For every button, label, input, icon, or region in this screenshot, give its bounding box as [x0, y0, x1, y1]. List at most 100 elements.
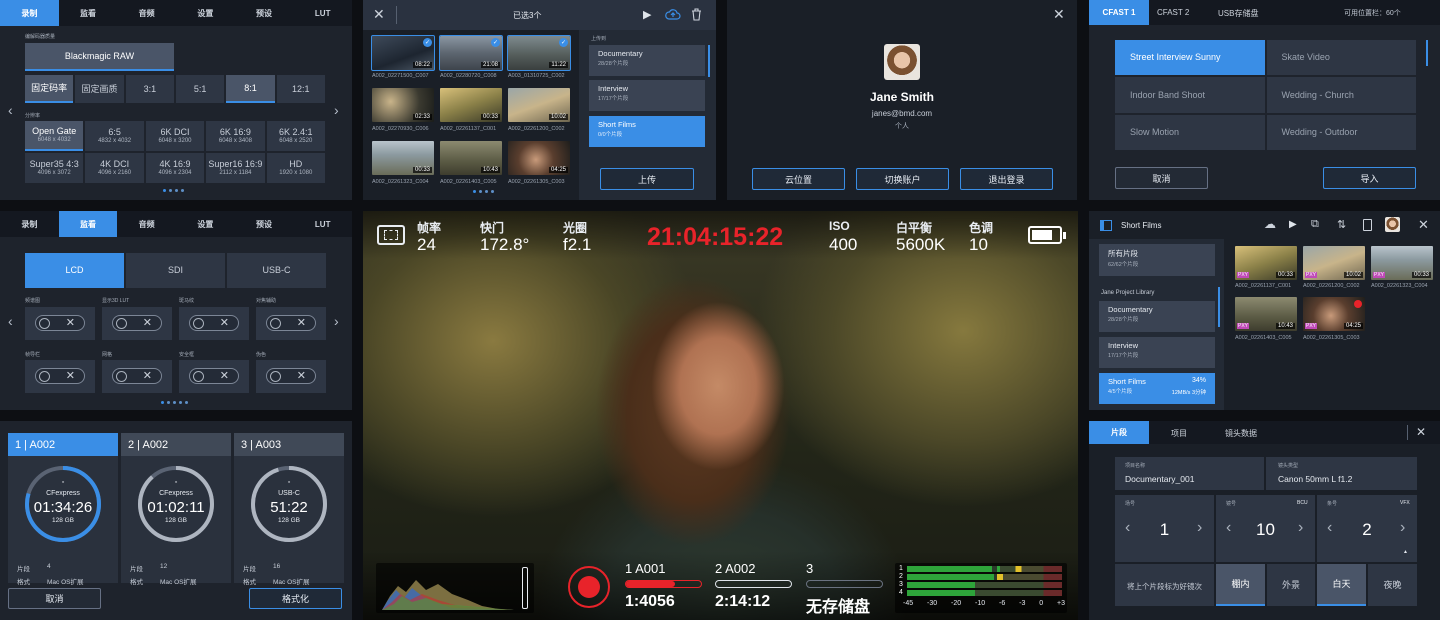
frame-guide-icon[interactable] — [377, 225, 405, 245]
day-button[interactable]: 白天 — [1317, 564, 1366, 606]
resolution-option[interactable]: 4K DCI 4096 x 2160 — [85, 153, 144, 183]
fps-value[interactable]: 24 — [417, 235, 436, 255]
tab-record[interactable]: 录制 — [0, 211, 59, 237]
resolution-option[interactable]: HD 1920 x 1080 — [266, 153, 325, 183]
all-clips-item[interactable]: 所有片段 62/62个片段 — [1099, 244, 1215, 276]
upload-button[interactable]: 上传 — [600, 168, 694, 190]
tab-lens-data[interactable]: 镜头数据 — [1225, 428, 1257, 439]
iso-value[interactable]: 400 — [829, 235, 857, 255]
destination-item[interactable]: Documentary 28/28个片段 — [589, 45, 705, 76]
shutter-value[interactable]: 172.8° — [480, 235, 529, 255]
toggle-switch[interactable]: ✕ — [266, 368, 316, 384]
white-balance-value[interactable]: 5600K — [896, 235, 945, 255]
clip-thumbnail[interactable]: ✓ 21:08 — [439, 35, 503, 71]
clip-thumbnail[interactable]: 02:33 — [372, 88, 434, 122]
clip-thumbnail[interactable]: ✓ 08:22 — [371, 35, 435, 71]
close-icon[interactable]: ✕ — [1416, 425, 1426, 439]
cloud-icon[interactable]: ☁ — [1264, 217, 1276, 231]
clip-thumbnail[interactable]: PXY 10:02 — [1303, 246, 1365, 280]
project-item[interactable]: Interview 17/17个片段 — [1099, 337, 1215, 368]
tab-usb[interactable]: USB存储盘 — [1218, 8, 1258, 19]
clip-thumbnail[interactable]: ✓ 11:22 — [507, 35, 571, 71]
clip-thumbnail[interactable]: 00:33 — [440, 88, 502, 122]
quality-3-1[interactable]: 3:1 — [125, 75, 174, 103]
cloud-upload-icon[interactable] — [665, 8, 681, 20]
tab-record[interactable]: 录制 — [0, 0, 59, 26]
preset-item[interactable]: Wedding - Outdoor — [1266, 114, 1416, 150]
clip-thumbnail[interactable]: PXY 00:33 — [1371, 246, 1433, 280]
output-lcd[interactable]: LCD — [25, 253, 124, 288]
scrollbar[interactable] — [708, 45, 710, 77]
increment-icon[interactable]: › — [1197, 519, 1202, 537]
output-usbc[interactable]: USB-C — [227, 253, 326, 288]
play-icon[interactable]: ▶ — [643, 8, 651, 21]
media-card[interactable]: 1 | A002 ▫ CFexpress 01:34:26 128 GB 片段 … — [8, 433, 118, 586]
iris-value[interactable]: f2.1 — [563, 235, 591, 255]
cancel-button[interactable]: 取消 — [8, 588, 101, 609]
project-item[interactable]: Short Films 4/5个片段 34% 12MB/s 3分钟 — [1099, 373, 1215, 404]
resolution-option[interactable]: 6K DCI 6048 x 3200 — [145, 121, 205, 151]
chevron-right-icon[interactable]: › — [334, 102, 339, 118]
scrollbar[interactable] — [1426, 40, 1428, 66]
tab-presets[interactable]: 预设 — [235, 211, 294, 237]
tab-audio[interactable]: 音频 — [117, 0, 176, 26]
sign-out-button[interactable]: 退出登录 — [960, 168, 1053, 190]
codec-button[interactable]: Blackmagic RAW — [25, 43, 174, 71]
resolution-option[interactable]: 6:5 4832 x 4032 — [85, 121, 144, 151]
tab-audio[interactable]: 音频 — [117, 211, 176, 237]
toggle-switch[interactable]: ✕ — [189, 368, 239, 384]
tab-cfast2[interactable]: CFAST 2 — [1157, 8, 1189, 17]
audio-meter[interactable]: 1 2 3 4 -45 -30 -20 -10 -6 -3 0 +3 — [895, 563, 1067, 613]
clip-thumbnail[interactable]: PXY 00:33 — [1235, 246, 1297, 280]
media-card[interactable]: 2 | A002 ▫ CFexpress 01:02:11 128 GB 片段 … — [121, 433, 231, 586]
chevron-right-icon[interactable]: › — [334, 313, 339, 329]
import-button[interactable]: 导入 — [1323, 167, 1416, 189]
exterior-button[interactable]: 外景 — [1267, 564, 1315, 606]
clip-thumbnail[interactable]: 00:33 — [372, 141, 434, 175]
preset-item[interactable]: Skate Video — [1266, 40, 1416, 76]
resolution-option[interactable]: 6K 16:9 6048 x 3408 — [206, 121, 265, 151]
resolution-option[interactable]: Super35 4:3 4096 x 3072 — [25, 153, 84, 183]
media-card[interactable]: 3 | A003 ▫ USB-C 51:22 128 GB 片段 16 格式 M… — [234, 433, 344, 586]
destination-item[interactable]: Short Films 0/0个片段 — [589, 116, 705, 147]
histogram[interactable] — [376, 563, 534, 613]
resolution-option[interactable]: Super16 16:9 2112 x 1184 — [206, 153, 265, 183]
chevron-left-icon[interactable]: ‹ — [8, 313, 13, 329]
clip-thumbnail[interactable]: 04:25 — [508, 141, 570, 175]
resolution-option[interactable]: 6K 2.4:1 6048 x 2520 — [266, 121, 325, 151]
tab-lut[interactable]: LUT — [293, 0, 352, 26]
preset-item[interactable]: Slow Motion — [1115, 114, 1265, 150]
clip-thumbnail[interactable]: 10:02 — [508, 88, 570, 122]
interior-button[interactable]: 棚内 — [1216, 564, 1265, 606]
proxy-icon[interactable]: ⧉ — [1311, 218, 1319, 231]
cancel-button[interactable]: 取消 — [1115, 167, 1208, 189]
project-item[interactable]: Documentary 28/28个片段 — [1099, 301, 1215, 332]
tab-clip[interactable]: 片段 — [1089, 421, 1149, 444]
toggle-switch[interactable]: ✕ — [35, 315, 85, 331]
resolution-option[interactable]: 4K 16:9 4096 x 2304 — [145, 153, 205, 183]
clip-thumbnail[interactable]: 10:43 — [440, 141, 502, 175]
tablet-icon[interactable] — [1363, 219, 1372, 231]
quality-8-1[interactable]: 8:1 — [226, 75, 275, 103]
sidebar-toggle-icon[interactable] — [1100, 220, 1112, 231]
close-icon[interactable]: ✕ — [1053, 6, 1065, 23]
quality-constant-quality[interactable]: 固定画质 — [75, 75, 124, 103]
toggle-switch[interactable]: ✕ — [266, 315, 316, 331]
toggle-switch[interactable]: ✕ — [189, 315, 239, 331]
preset-item[interactable]: Street Interview Sunny — [1115, 40, 1265, 76]
tab-project[interactable]: 项目 — [1171, 428, 1187, 439]
tab-setup[interactable]: 设置 — [176, 211, 235, 237]
cloud-location-button[interactable]: 云位置 — [752, 168, 845, 190]
increment-icon[interactable]: › — [1298, 519, 1303, 537]
tab-setup[interactable]: 设置 — [176, 0, 235, 26]
clip-thumbnail[interactable]: PXY 10:43 — [1235, 297, 1297, 331]
preset-item[interactable]: Wedding - Church — [1266, 77, 1416, 113]
tab-monitor[interactable]: 监看 — [58, 211, 118, 237]
toggle-switch[interactable]: ✕ — [35, 368, 85, 384]
night-button[interactable]: 夜晚 — [1368, 564, 1417, 606]
tab-presets[interactable]: 预设 — [235, 0, 294, 26]
preset-item[interactable]: Indoor Band Shoot — [1115, 77, 1265, 113]
timecode[interactable]: 21:04:15:22 — [647, 223, 783, 252]
toggle-switch[interactable]: ✕ — [112, 315, 162, 331]
quality-constant-bitrate[interactable]: 固定码率 — [25, 75, 74, 103]
